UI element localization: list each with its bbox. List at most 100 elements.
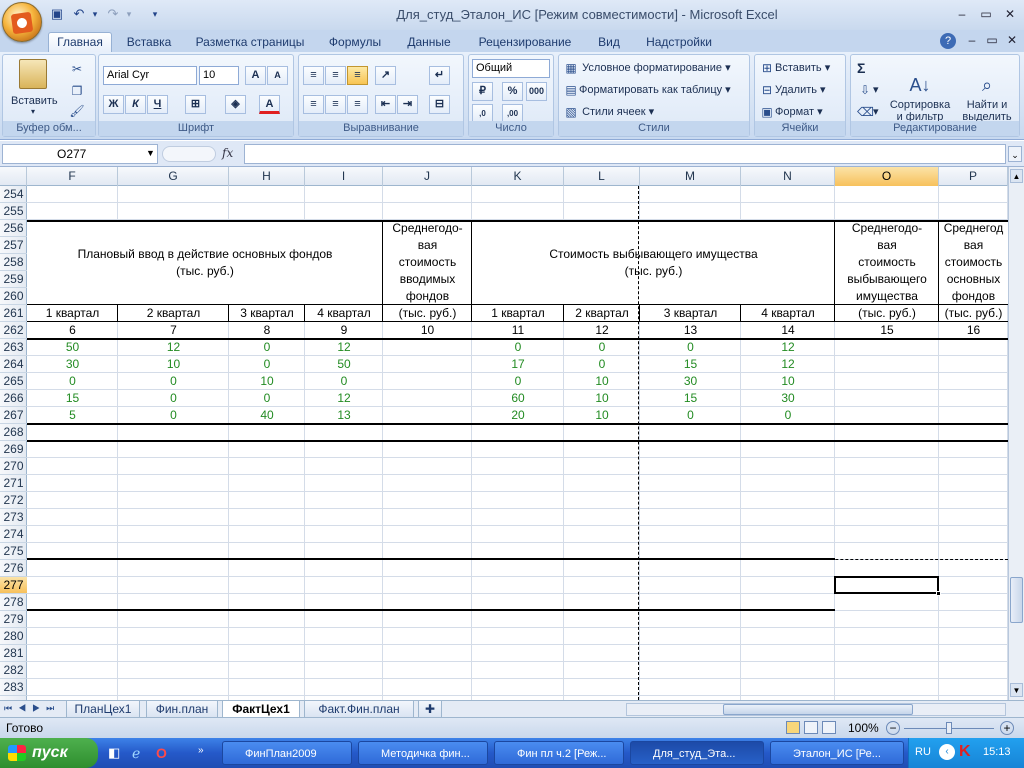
language-indicator[interactable]: RU <box>915 746 931 758</box>
scroll-down-icon[interactable]: ▼ <box>1010 683 1023 697</box>
data-cell[interactable]: 0 <box>118 390 229 407</box>
shrink-font-button[interactable]: A <box>267 66 288 85</box>
paste-button[interactable]: Вставить ▾ <box>11 59 58 116</box>
row-header[interactable]: 274 <box>0 526 27 543</box>
row-header[interactable]: 282 <box>0 662 27 679</box>
quarter-label[interactable]: 3 квартал <box>640 305 741 322</box>
row-header[interactable]: 281 <box>0 645 27 662</box>
taskbar-expand-icon[interactable]: » <box>198 745 204 756</box>
column-header[interactable]: K <box>472 167 564 186</box>
align-bottom-button[interactable]: ≡ <box>347 66 368 85</box>
percent-button[interactable]: % <box>502 82 523 101</box>
copy-icon[interactable]: ❐ <box>69 83 85 99</box>
row-header[interactable]: 265 <box>0 373 27 390</box>
data-cell[interactable]: 0 <box>118 373 229 390</box>
cut-icon[interactable]: ✂ <box>69 61 85 77</box>
column-number[interactable]: 11 <box>472 322 564 339</box>
row-header[interactable]: 261 <box>0 305 27 322</box>
sheet-nav-icons[interactable]: ⏮◀▶⏭ <box>4 703 60 714</box>
column-number[interactable]: 8 <box>229 322 305 339</box>
quarter-label[interactable]: 2 квартал <box>564 305 640 322</box>
format-painter-icon[interactable]: 🖌 <box>69 103 85 119</box>
increase-indent-button[interactable]: ⇥ <box>397 95 418 114</box>
delete-cells-button[interactable]: ⊟ Удалить ▾ <box>759 82 826 98</box>
row-header[interactable]: 279 <box>0 611 27 628</box>
thousands-button[interactable]: 000 <box>526 82 547 101</box>
italic-button[interactable]: К <box>125 95 146 114</box>
tab-insert[interactable]: Вставка <box>120 33 178 52</box>
data-cell[interactable]: 50 <box>305 356 383 373</box>
desktop-icon[interactable]: ◧ <box>108 745 124 761</box>
align-top-button[interactable]: ≡ <box>303 66 324 85</box>
row-header[interactable]: 264 <box>0 356 27 373</box>
minimize-button[interactable]: – <box>950 4 974 24</box>
data-cell[interactable]: 0 <box>640 339 741 356</box>
zoom-out-icon[interactable]: − <box>886 721 900 735</box>
data-cell[interactable]: 12 <box>118 339 229 356</box>
data-cell[interactable]: 12 <box>305 339 383 356</box>
align-center-button[interactable]: ≡ <box>325 95 346 114</box>
insert-cells-button[interactable]: ⊞ Вставить ▾ <box>759 60 830 76</box>
data-cell[interactable]: 20 <box>472 407 564 424</box>
grow-font-button[interactable]: A <box>245 66 266 85</box>
restore-button[interactable]: ▭ <box>974 4 998 24</box>
quarter-label[interactable]: 1 квартал <box>27 305 118 322</box>
tab-formulas[interactable]: Формулы <box>322 33 388 52</box>
data-cell[interactable]: 5 <box>27 407 118 424</box>
data-cell[interactable]: 0 <box>472 373 564 390</box>
row-header[interactable]: 275 <box>0 543 27 560</box>
row-header[interactable]: 262 <box>0 322 27 339</box>
row-header[interactable]: 270 <box>0 458 27 475</box>
row-header[interactable]: 271 <box>0 475 27 492</box>
data-cell[interactable]: 0 <box>27 373 118 390</box>
decrease-indent-button[interactable]: ⇤ <box>375 95 396 114</box>
sheet-tab[interactable]: ПланЦех1 <box>66 701 140 718</box>
tray-arrow-icon[interactable]: ‹ <box>939 744 955 760</box>
column-header[interactable]: L <box>564 167 640 186</box>
row-header[interactable]: 259 <box>0 271 27 288</box>
opera-icon[interactable]: O <box>156 745 172 761</box>
quarter-label[interactable]: 2 квартал <box>118 305 229 322</box>
column-number[interactable]: 13 <box>640 322 741 339</box>
font-color-button[interactable]: A <box>259 95 280 114</box>
zoom-in-icon[interactable]: + <box>1000 721 1014 735</box>
data-cell[interactable]: 0 <box>564 356 640 373</box>
column-header[interactable]: J <box>383 167 472 186</box>
font-size-select[interactable]: 10 <box>199 66 239 85</box>
fill-color-button[interactable]: ◈ <box>225 95 246 114</box>
currency-button[interactable]: ₽ <box>472 82 493 101</box>
taskbar-item[interactable]: Эталон_ИС [Ре... <box>770 741 904 765</box>
column-header[interactable]: N <box>741 167 835 186</box>
data-cell[interactable]: 10 <box>229 373 305 390</box>
row-header[interactable]: 255 <box>0 203 27 220</box>
sheet-tab[interactable]: Факт.Фин.план <box>304 701 414 718</box>
font-name-select[interactable]: Arial Cyr <box>103 66 197 85</box>
formula-input[interactable] <box>244 144 1006 164</box>
scroll-up-icon[interactable]: ▲ <box>1010 169 1023 183</box>
conditional-format-button[interactable]: ▦ Условное форматирование ▾ <box>563 60 730 76</box>
borders-button[interactable]: ⊞ <box>185 95 206 114</box>
data-cell[interactable]: 17 <box>472 356 564 373</box>
column-number[interactable]: 7 <box>118 322 229 339</box>
antivirus-icon[interactable]: K <box>959 743 971 761</box>
ribbon-close-button[interactable]: ✕ <box>1000 30 1024 50</box>
row-header[interactable]: 278 <box>0 594 27 611</box>
tab-home[interactable]: Главная <box>48 32 112 53</box>
data-cell[interactable]: 10 <box>741 373 835 390</box>
data-cell[interactable]: 0 <box>564 339 640 356</box>
row-header[interactable]: 283 <box>0 679 27 696</box>
page-layout-view-icon[interactable] <box>804 721 818 734</box>
data-cell[interactable]: 0 <box>305 373 383 390</box>
cells-area[interactable]: Плановый ввод в действие основных фондов… <box>27 186 1008 700</box>
data-cell[interactable]: 30 <box>640 373 741 390</box>
column-header[interactable]: P <box>939 167 1008 186</box>
data-cell[interactable]: 0 <box>229 356 305 373</box>
column-header[interactable]: H <box>229 167 305 186</box>
align-middle-button[interactable]: ≡ <box>325 66 346 85</box>
data-cell[interactable]: 0 <box>640 407 741 424</box>
orientation-button[interactable]: ↗ <box>375 66 396 85</box>
quarter-label[interactable]: 4 квартал <box>741 305 835 322</box>
help-icon[interactable]: ? <box>940 33 956 49</box>
row-header[interactable]: 260 <box>0 288 27 305</box>
data-cell[interactable]: 15 <box>27 390 118 407</box>
